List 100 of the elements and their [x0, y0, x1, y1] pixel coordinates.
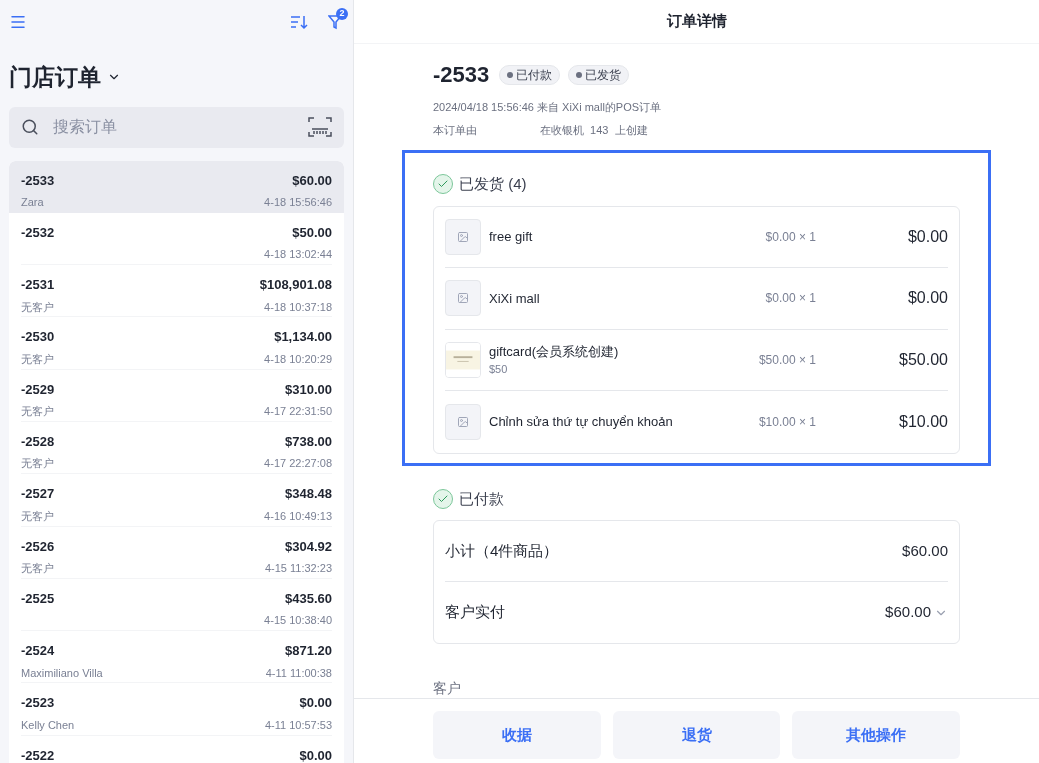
search-icon — [21, 118, 39, 136]
order-number: -2531 — [21, 276, 55, 295]
image-placeholder-icon — [445, 218, 481, 255]
order-row[interactable]: -2527 $348.48 无客户 4-16 10:49:13 — [9, 474, 344, 527]
line-item[interactable]: free gift $0.00 × 1 $0.00 — [445, 206, 948, 268]
customer-name: Maximiliano Villa — [21, 665, 103, 679]
section-title: 客户 — [433, 679, 462, 698]
section-title: 已发货 (4) — [459, 174, 527, 194]
customer-name: 无客户 — [21, 456, 54, 470]
line-item[interactable]: giftcard(会员系统创建) $50 $50.00 × 1 $50.00 — [445, 329, 948, 391]
order-time: 4-17 22:31:50 — [264, 404, 332, 418]
order-number: -2526 — [21, 537, 55, 556]
payment-value: $60.00 — [902, 540, 948, 561]
check-icon — [433, 174, 453, 195]
order-row[interactable]: -2533 $60.00 Zara 4-18 15:56:46 — [9, 160, 344, 213]
payment-label: 客户实付 — [445, 602, 506, 623]
status-badge: 已发货 — [568, 64, 630, 85]
order-row[interactable]: -2524 $871.20 Maximiliano Villa 4-11 11:00:38 — [9, 631, 344, 684]
order-number: -2530 — [21, 328, 55, 347]
image-placeholder-icon — [445, 280, 481, 317]
order-number: -2533 — [21, 171, 55, 190]
order-row[interactable]: -2528 $738.00 无客户 4-17 22:27:08 — [9, 422, 344, 475]
search-input[interactable]: 搜索订单 — [53, 115, 308, 139]
customer-name: Zara — [21, 195, 44, 208]
unit-price: $0.00 × 1 — [764, 290, 816, 308]
item-name: XiXi mall — [489, 289, 541, 308]
order-total: $50.00 — [292, 223, 332, 242]
order-time: 4-11 11:00:38 — [265, 665, 332, 679]
order-row[interactable]: -2532 $50.00 4-18 13:02:44 — [9, 212, 344, 266]
order-total: $871.20 — [285, 642, 332, 661]
status-badge: 已付款 — [499, 64, 561, 85]
order-meta: 2024/04/18 15:56:46 来自 XiXi mall的POS订单 — [433, 100, 663, 115]
order-time: 4-18 10:37:18 — [264, 299, 332, 313]
line-total: $10.00 — [898, 411, 948, 432]
image-placeholder-icon — [445, 403, 481, 440]
line-total: $50.00 — [898, 349, 948, 370]
order-time: 4-16 10:49:13 — [264, 508, 332, 522]
item-name: Chỉnh sửa thứ tự chuyển khoản — [489, 413, 674, 431]
window-title: 订单详情 — [666, 11, 727, 32]
item-variant: $50 — [489, 362, 509, 378]
order-row[interactable]: -2526 $304.92 无客户 4-15 11:32:23 — [9, 526, 344, 579]
order-number: -2524 — [21, 642, 55, 661]
action-button[interactable]: 退货 — [612, 711, 781, 759]
payment-label: 小计（4件商品） — [445, 540, 560, 561]
order-number: -2528 — [21, 433, 55, 451]
order-total: $108,901.08 — [259, 276, 332, 295]
order-number: -2527 — [21, 485, 55, 504]
order-number: -2525 — [21, 589, 55, 608]
action-button[interactable]: 收据 — [433, 711, 601, 759]
order-time: 4-17 22:27:08 — [264, 456, 332, 470]
order-total: $0.00 — [299, 694, 332, 713]
line-total: $0.00 — [906, 288, 948, 309]
search-field[interactable]: 搜索订单 — [9, 106, 344, 148]
customer-name: 无客户 — [21, 561, 54, 575]
order-row[interactable]: -2530 $1,134.00 无客户 4-18 10:20:29 — [9, 317, 344, 370]
order-time: 4-18 10:20:29 — [264, 351, 332, 365]
section-title: 已付款 — [459, 488, 504, 509]
order-total: $304.92 — [285, 537, 332, 556]
order-row[interactable]: -2522 $0.00 — [9, 735, 344, 763]
unit-price: $10.00 × 1 — [757, 413, 816, 431]
order-time: 4-15 11:32:23 — [264, 561, 332, 575]
filter-count-badge: 2 — [336, 8, 348, 20]
unit-price: $50.00 × 1 — [757, 351, 816, 369]
action-button[interactable]: 其他操作 — [792, 711, 960, 759]
order-time: 4-18 13:02:44 — [264, 247, 332, 261]
order-total: $435.60 — [285, 589, 332, 608]
order-row[interactable]: -2523 $0.00 Kelly Chen 4-11 10:57:53 — [9, 683, 344, 736]
order-total: $0.00 — [299, 746, 332, 763]
order-row[interactable]: -2525 $435.60 4-15 10:38:40 — [9, 578, 344, 632]
order-row[interactable]: -2531 $108,901.08 无客户 4-18 10:37:18 — [9, 265, 344, 318]
order-total: $60.00 — [292, 171, 332, 190]
order-row[interactable]: -2529 $310.00 无客户 4-17 22:31:50 — [9, 369, 344, 422]
order-time: 4-11 10:57:53 — [264, 717, 332, 731]
barcode-scan-icon[interactable] — [308, 117, 332, 137]
line-item[interactable]: Chỉnh sửa thứ tự chuyển khoản $10.00 × 1 $10.00 — [445, 391, 948, 453]
order-time: 4-18 15:56:46 — [264, 195, 332, 208]
line-total: $0.00 — [906, 226, 948, 247]
order-total: $348.48 — [285, 485, 332, 504]
check-icon — [433, 488, 453, 509]
customer-name: 无客户 — [21, 508, 54, 522]
item-name: giftcard(会员系统创建) — [489, 342, 620, 361]
order-number: -2532 — [21, 223, 55, 242]
customer-name: 无客户 — [21, 404, 54, 418]
order-number: -2529 — [21, 380, 55, 399]
customer-name: 无客户 — [21, 351, 54, 365]
order-number: -2533 — [433, 61, 490, 89]
item-name: free gift — [489, 228, 534, 246]
sort-icon[interactable] — [290, 14, 308, 30]
filter-icon[interactable] — [328, 14, 342, 30]
order-number: -2523 — [21, 694, 55, 713]
created-by-label: 本订单由 — [433, 122, 477, 138]
payment-value: $60.00 — [885, 602, 931, 623]
customer-name: Kelly Chen — [21, 717, 75, 731]
order-total: $738.00 — [285, 433, 332, 451]
order-time: 4-15 10:38:40 — [264, 613, 332, 627]
customer-name: 无客户 — [21, 299, 54, 313]
order-total: $310.00 — [285, 380, 332, 399]
order-total: $1,134.00 — [274, 328, 332, 347]
menu-icon[interactable] — [9, 13, 27, 31]
line-item[interactable]: XiXi mall $0.00 × 1 $0.00 — [445, 268, 948, 330]
